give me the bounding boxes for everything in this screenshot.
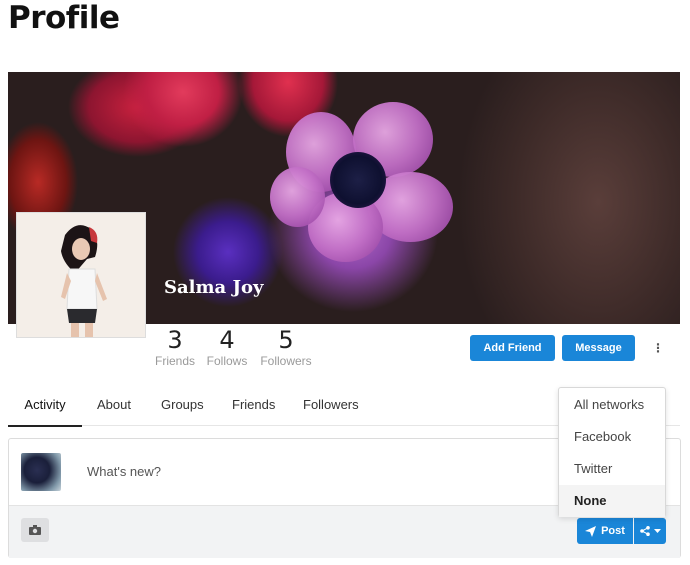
tab-about[interactable]: About (97, 388, 131, 425)
cover-flower-center (330, 152, 386, 208)
tab-friends[interactable]: Friends (232, 388, 275, 425)
post-button[interactable]: Post (577, 518, 633, 544)
stat-friends[interactable]: 3 Friends (155, 326, 195, 368)
share-icon (639, 526, 650, 536)
tab-followers[interactable]: Followers (303, 388, 359, 425)
share-dropdown-toggle[interactable] (634, 518, 666, 544)
profile-name: Salma Joy (164, 277, 264, 298)
add-friend-button[interactable]: Add Friend (470, 335, 555, 361)
stat-value: 3 (167, 326, 183, 354)
menu-item-facebook[interactable]: Facebook (559, 421, 665, 453)
stat-label: Follows (206, 354, 248, 368)
menu-item-twitter[interactable]: Twitter (559, 453, 665, 485)
camera-button[interactable] (21, 518, 49, 542)
avatar-image (17, 213, 145, 337)
stat-value: 5 (278, 326, 294, 354)
menu-item-none[interactable]: None (559, 485, 665, 517)
send-icon (585, 525, 597, 537)
composer-avatar (21, 453, 61, 491)
caret-down-icon (653, 528, 661, 533)
stat-label: Friends (155, 354, 196, 368)
message-button[interactable]: Message (562, 335, 635, 361)
tab-activity[interactable]: Activity (8, 388, 82, 427)
whats-new-input[interactable]: What's new? (87, 464, 161, 479)
share-network-menu: All networks Facebook Twitter None (558, 387, 666, 517)
avatar[interactable] (16, 212, 146, 338)
page-title: Profile (8, 0, 120, 36)
post-button-label: Post (601, 525, 625, 537)
stat-followers[interactable]: 5 Followers (259, 326, 313, 368)
more-vertical-icon[interactable]: ⋮ (652, 340, 664, 356)
tab-groups[interactable]: Groups (161, 388, 204, 425)
stat-label: Followers (260, 354, 312, 368)
stat-follows[interactable]: 4 Follows (205, 326, 249, 368)
camera-icon (29, 525, 41, 535)
stat-value: 4 (219, 326, 235, 354)
cover-petal (270, 167, 325, 227)
menu-item-all-networks[interactable]: All networks (559, 389, 665, 421)
